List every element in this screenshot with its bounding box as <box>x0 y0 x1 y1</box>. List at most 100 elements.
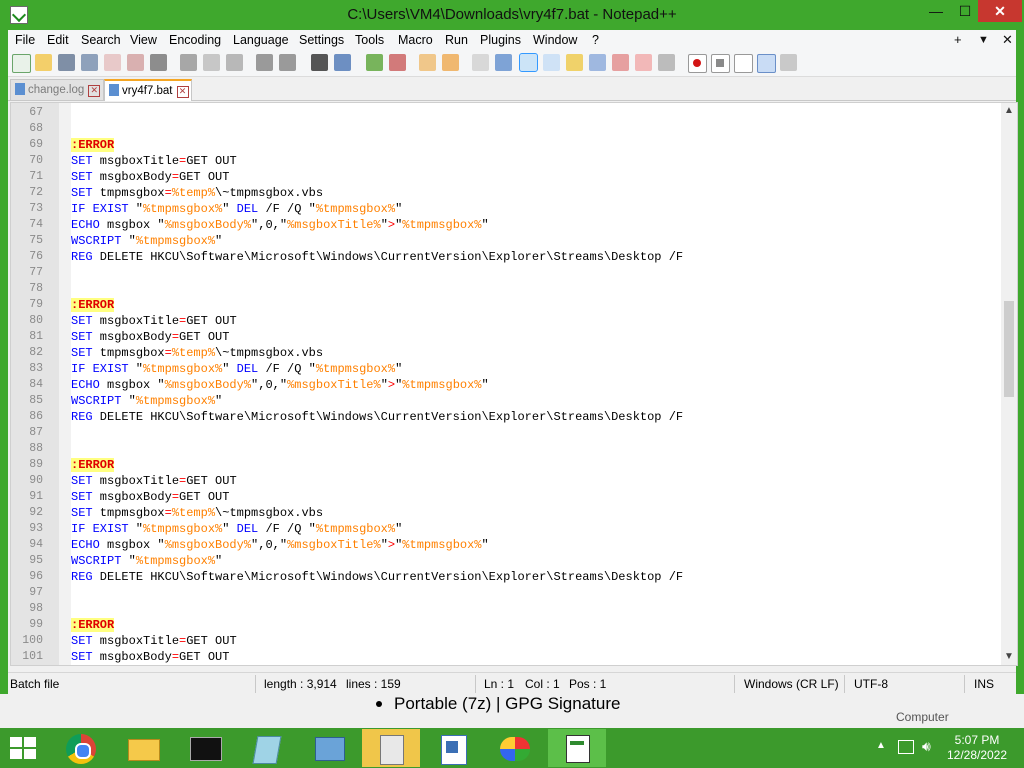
volume-icon[interactable]: 🔊︎ <box>922 738 931 755</box>
code-line[interactable]: WSCRIPT "%tmpmsgbox%" <box>71 233 222 249</box>
close-document-icon[interactable]: ✕ <box>1002 32 1013 48</box>
scroll-down-icon[interactable]: ▼ <box>1001 649 1017 665</box>
playback-macro-icon[interactable] <box>734 54 753 73</box>
undo-icon[interactable] <box>256 54 273 71</box>
code-line[interactable]: ECHO msgbox "%msgboxBody%",0,"%msgboxTit… <box>71 377 489 393</box>
paint-icon[interactable] <box>486 729 544 767</box>
code-line[interactable]: SET msgboxBody=GET OUT <box>71 329 229 345</box>
code-line[interactable]: SET msgboxBody=GET OUT <box>71 489 229 505</box>
print-icon[interactable] <box>150 54 167 71</box>
windows-start-icon[interactable] <box>10 737 38 761</box>
folder-as-workspace-icon[interactable] <box>635 54 652 71</box>
close-button[interactable]: ✕ <box>978 0 1022 22</box>
code-line[interactable]: :ERROR <box>71 457 115 473</box>
code-text-area[interactable]: :ERROR SET msgboxTitle=GET OUT SET msgboxB… <box>71 103 1001 665</box>
notepad-plus-plus-icon[interactable] <box>548 729 606 767</box>
code-line[interactable]: IF EXIST "%tmpmsgbox%" DEL /F /Q "%tmpms… <box>71 201 402 217</box>
stop-recording-icon[interactable] <box>711 54 730 73</box>
code-line[interactable]: REG DELETE HKCU\Software\Microsoft\Windo… <box>71 249 683 265</box>
record-macro-icon[interactable] <box>688 54 707 73</box>
close-file-icon[interactable] <box>104 54 121 71</box>
menu-run[interactable]: Run <box>445 33 468 47</box>
maximize-button[interactable]: ☐ <box>952 0 978 22</box>
code-line[interactable]: SET msgboxTitle=GET OUT <box>71 313 237 329</box>
replace-icon[interactable] <box>334 54 351 71</box>
status-encoding[interactable]: UTF-8 <box>854 677 888 691</box>
code-line[interactable]: SET tmpmsgbox=%temp%\~tmpmsgbox.vbs <box>71 505 323 521</box>
code-line[interactable]: SET msgboxBody=GET OUT <box>71 169 229 185</box>
network-icon[interactable] <box>898 740 914 754</box>
download-link-text[interactable]: Portable (7z) | GPG Signature <box>394 694 620 714</box>
status-insert-mode[interactable]: INS <box>974 677 994 691</box>
user-defined-language-icon[interactable] <box>543 54 560 71</box>
chrome-icon[interactable] <box>52 729 110 767</box>
file-explorer-icon[interactable] <box>114 729 172 767</box>
code-line[interactable]: :ERROR <box>71 137 115 153</box>
save-icon[interactable] <box>58 54 75 71</box>
code-line[interactable]: IF EXIST "%tmpmsgbox%" DEL /F /Q "%tmpms… <box>71 361 402 377</box>
code-line[interactable]: SET tmpmsgbox=%temp%\~tmpmsgbox.vbs <box>71 345 323 361</box>
vertical-scrollbar[interactable]: ▲ ▼ <box>1001 103 1017 665</box>
code-editor[interactable]: 67 68 69 70 71 72 73 74 75 76 77 78 79 80 81 82 83 84 85 86… <box>10 102 1018 666</box>
menu-tools[interactable]: Tools <box>355 33 384 47</box>
code-line[interactable]: SET msgboxTitle=GET OUT <box>71 473 237 489</box>
code-line[interactable]: :ERROR <box>71 297 115 313</box>
code-line[interactable]: REG DELETE HKCU\Software\Microsoft\Windo… <box>71 409 683 425</box>
copy-icon[interactable] <box>203 54 220 71</box>
tab-close-icon[interactable]: ✕ <box>176 86 189 98</box>
menu-help[interactable]: ? <box>592 33 599 47</box>
document-list-icon[interactable] <box>589 54 606 71</box>
fold-margin[interactable] <box>59 103 71 665</box>
function-list-icon[interactable] <box>612 54 629 71</box>
cut-icon[interactable] <box>180 54 197 71</box>
menu-window[interactable]: Window <box>533 33 577 47</box>
save-macro-icon[interactable] <box>780 54 797 71</box>
new-tab-plus-icon[interactable]: + <box>954 32 962 47</box>
document-map-icon[interactable] <box>566 54 583 71</box>
redo-icon[interactable] <box>279 54 296 71</box>
code-line[interactable]: SET msgboxTitle=GET OUT <box>71 153 237 169</box>
sync-vertical-icon[interactable] <box>419 54 436 71</box>
new-file-icon[interactable] <box>12 54 31 73</box>
status-eol[interactable]: Windows (CR LF) <box>744 677 839 691</box>
clock[interactable]: 5:07 PM 12/28/2022 <box>940 733 1014 763</box>
tab-change-log[interactable]: change.log ✕ <box>10 79 104 100</box>
command-prompt-icon[interactable] <box>176 729 234 767</box>
code-line[interactable]: SET msgboxBody=GET OUT <box>71 649 229 665</box>
menu-search[interactable]: Search <box>81 33 121 47</box>
code-line[interactable]: IF EXIST "%tmpmsgbox%" DEL /F /Q "%tmpms… <box>71 521 402 537</box>
minimize-button[interactable]: — <box>920 0 952 22</box>
tab-list-dropdown-icon[interactable]: ▼ <box>978 34 989 46</box>
save-all-icon[interactable] <box>81 54 98 71</box>
find-icon[interactable] <box>311 54 328 71</box>
menu-plugins[interactable]: Plugins <box>480 33 521 47</box>
wordpad-icon[interactable] <box>424 729 482 767</box>
code-line[interactable]: ECHO msgbox "%msgboxBody%",0,"%msgboxTit… <box>71 537 489 553</box>
title-bar[interactable]: C:\Users\VM4\Downloads\vry4f7.bat - Note… <box>0 0 1024 30</box>
zoom-out-icon[interactable] <box>389 54 406 71</box>
close-all-icon[interactable] <box>127 54 144 71</box>
tab-vry4f7-bat[interactable]: vry4f7.bat ✕ <box>104 79 192 101</box>
code-line[interactable]: SET msgboxTitle=GET OUT <box>71 633 237 649</box>
monitoring-icon[interactable] <box>658 54 675 71</box>
zoom-in-icon[interactable] <box>366 54 383 71</box>
menu-file[interactable]: File <box>15 33 35 47</box>
indent-guide-icon[interactable] <box>519 53 538 72</box>
code-line[interactable]: WSCRIPT "%tmpmsgbox%" <box>71 553 222 569</box>
menu-macro[interactable]: Macro <box>398 33 433 47</box>
paste-icon[interactable] <box>226 54 243 71</box>
code-line[interactable]: SET tmpmsgbox=%temp%\~tmpmsgbox.vbs <box>71 185 323 201</box>
show-all-characters-icon[interactable] <box>495 54 512 71</box>
open-file-icon[interactable] <box>35 54 52 71</box>
show-hidden-icons-icon[interactable]: ▲ <box>876 740 886 751</box>
menu-encoding[interactable]: Encoding <box>169 33 221 47</box>
menu-view[interactable]: View <box>130 33 157 47</box>
word-wrap-icon[interactable] <box>472 54 489 71</box>
scrollbar-thumb[interactable] <box>1004 301 1014 397</box>
code-line[interactable]: WSCRIPT "%tmpmsgbox%" <box>71 393 222 409</box>
tab-close-icon[interactable]: ✕ <box>88 85 101 97</box>
menu-settings[interactable]: Settings <box>299 33 344 47</box>
menu-language[interactable]: Language <box>233 33 289 47</box>
sync-horizontal-icon[interactable] <box>442 54 459 71</box>
code-line[interactable]: :ERROR <box>71 617 115 633</box>
